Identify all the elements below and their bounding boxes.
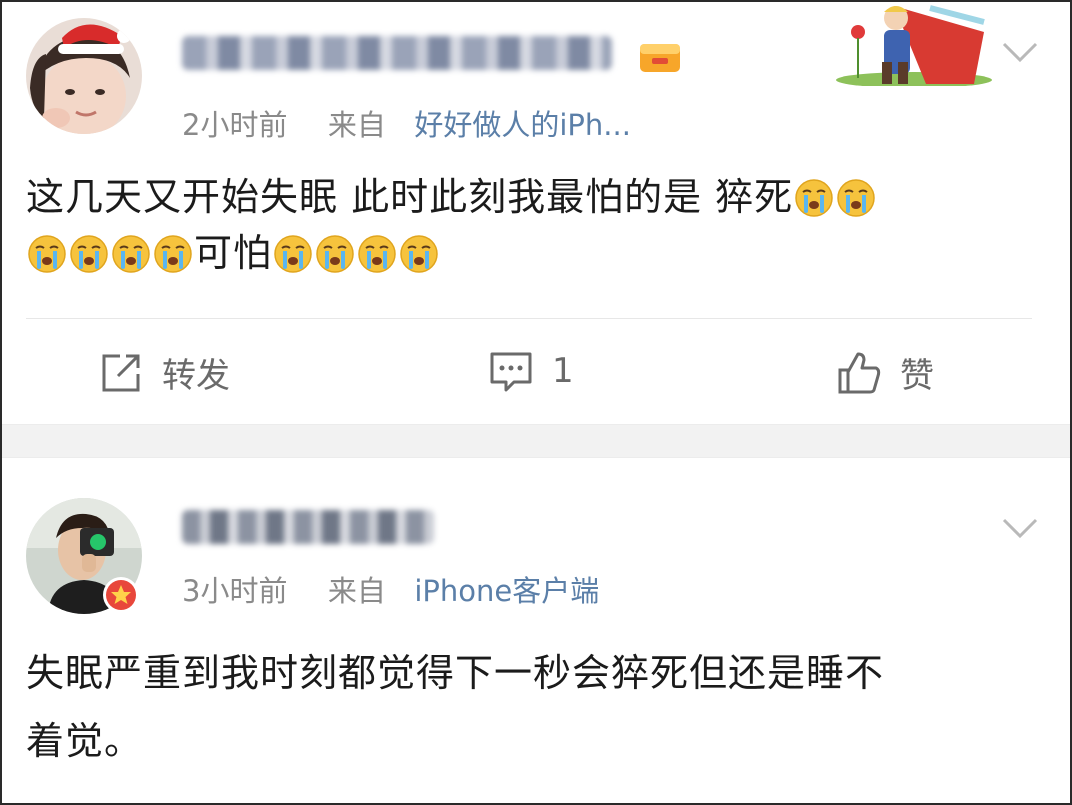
post-body-line-2: 可怕 — [26, 224, 1046, 282]
from-label: 来自 — [327, 108, 386, 142]
share-box-icon — [98, 350, 144, 396]
post-body-line-1: 这几天又开始失眠 此时此刻我最怕的是 猝死 — [26, 168, 1046, 226]
chevron-down-icon[interactable] — [1000, 40, 1040, 64]
repost-button[interactable]: 转发 — [98, 348, 230, 397]
username-blurred[interactable] — [182, 32, 622, 76]
post-body: 这几天又开始失眠 此时此刻我最怕的是 猝死 可怕 — [26, 168, 1046, 282]
comment-button[interactable]: 1 — [488, 348, 574, 394]
crying-emoji-icon — [153, 234, 193, 274]
post-time: 2小时前 — [182, 108, 288, 142]
post-body: 失眠严重到我时刻都觉得下一秒会猝死但还是睡不 着觉。 — [26, 644, 1046, 770]
post-body-text: 可怕 — [194, 231, 273, 275]
crying-emoji-icon — [836, 178, 876, 218]
post-meta: 3小时前 来自 iPhone客户端 — [182, 568, 599, 610]
crying-emoji-icon — [69, 234, 109, 274]
crying-emoji-icon — [273, 234, 313, 274]
like-button[interactable]: 赞 — [836, 348, 934, 397]
comment-bubble-icon — [488, 348, 534, 394]
crying-emoji-icon — [794, 178, 834, 218]
crying-emoji-icon — [399, 234, 439, 274]
username-blurred[interactable] — [182, 506, 442, 550]
crying-emoji-icon — [111, 234, 151, 274]
post-body-line-2: 着觉。 — [26, 719, 144, 763]
weibo-post-1: 2小时前 来自 好好做人的iPh... 这几天又开始失眠 此时此刻我最怕的是 猝… — [2, 2, 1070, 424]
verified-badge-icon — [102, 576, 140, 614]
weibo-post-2: 3小时前 来自 iPhone客户端 失眠严重到我时刻都觉得下一秒会猝死但还是睡不… — [2, 458, 1070, 803]
card-decoration-image — [834, 2, 994, 88]
post-source-link[interactable]: 好好做人的iPh... — [414, 102, 631, 144]
crying-emoji-icon — [315, 234, 355, 274]
post-body-text: 这几天又开始失眠 此时此刻我最怕的是 猝死 — [26, 175, 794, 219]
repost-label: 转发 — [162, 356, 230, 396]
screenshot-frame: 2小时前 来自 好好做人的iPh... 这几天又开始失眠 此时此刻我最怕的是 猝… — [0, 0, 1072, 805]
comment-count: 1 — [552, 351, 574, 391]
crying-emoji-icon — [27, 234, 67, 274]
post-time: 3小时前 — [182, 574, 288, 608]
chevron-down-icon[interactable] — [1000, 516, 1040, 540]
vip-crown-icon — [638, 34, 682, 78]
divider — [26, 318, 1032, 319]
thumbs-up-icon — [836, 350, 882, 396]
post-source-link[interactable]: iPhone客户端 — [414, 568, 599, 610]
post-meta: 2小时前 来自 好好做人的iPh... — [182, 102, 631, 144]
from-label: 来自 — [327, 574, 386, 608]
post-separator — [2, 424, 1070, 458]
post-body-line-1: 失眠严重到我时刻都觉得下一秒会猝死但还是睡不 — [26, 651, 885, 695]
crying-emoji-icon — [357, 234, 397, 274]
avatar[interactable] — [26, 18, 142, 134]
like-label: 赞 — [900, 356, 934, 396]
